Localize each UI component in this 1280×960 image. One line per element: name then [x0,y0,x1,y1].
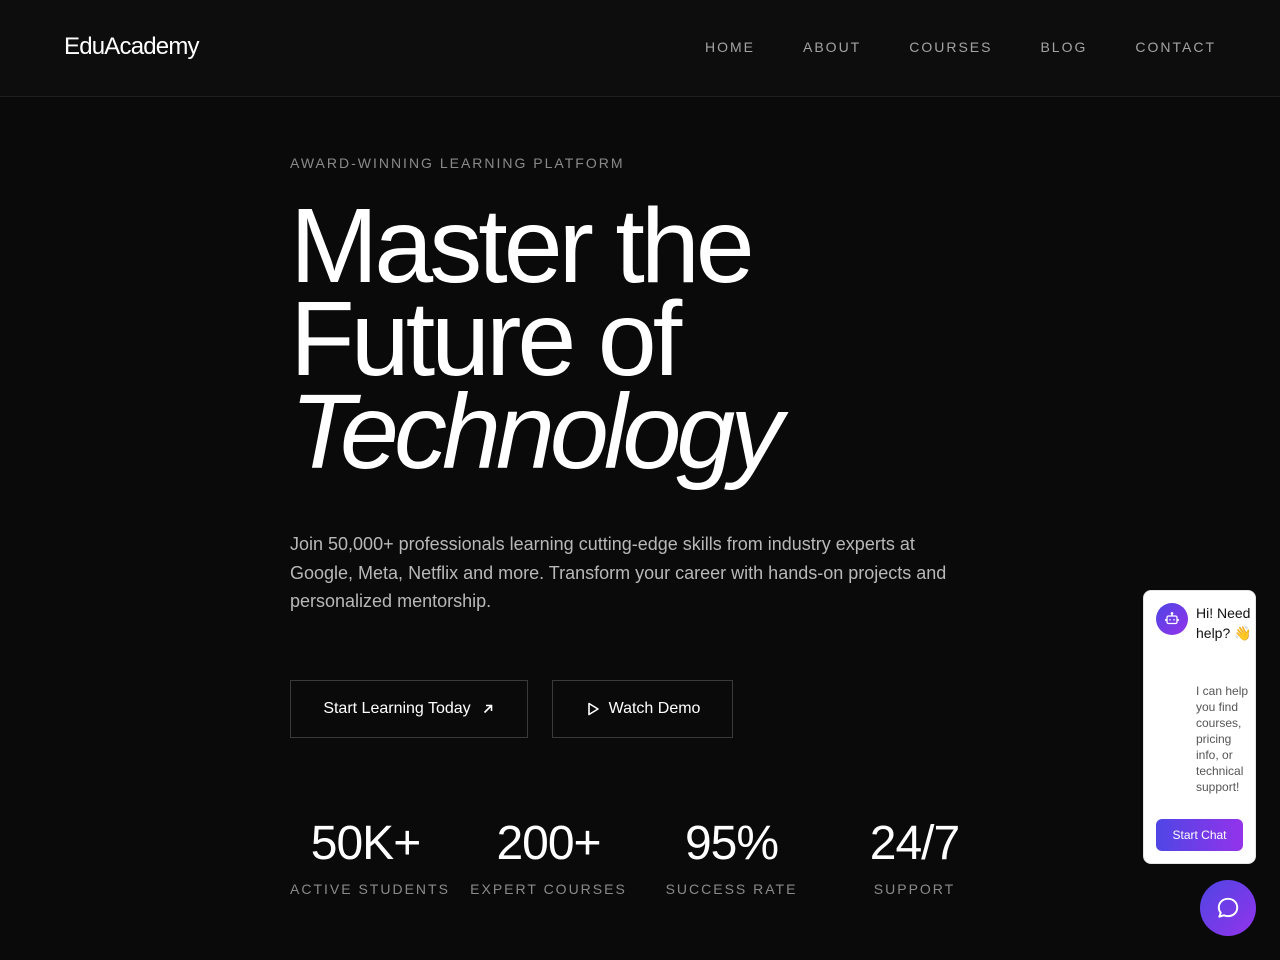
hero-headline: Master the Future of Technology [290,193,990,491]
stat-expert-courses: 200+ EXPERT COURSES [441,815,656,897]
bot-avatar [1156,603,1188,635]
stat-label: EXPERT COURSES [470,881,627,897]
nav-link-blog[interactable]: BLOG [1040,39,1087,55]
stat-label: SUCCESS RATE [665,881,798,897]
stat-support: 24/7 SUPPORT [807,815,1022,897]
chat-launcher-button[interactable] [1200,880,1256,936]
chat-message: I can help you find courses, pricing inf… [1196,684,1249,794]
stat-success-rate: 95% SUCCESS RATE [656,815,807,897]
watch-demo-button[interactable]: Watch Demo [552,680,733,738]
logo[interactable]: EduAcademy [64,33,200,61]
hero-description: Join 50,000+ professionals learning cutt… [290,534,947,611]
stat-value: 200+ [496,817,601,870]
stat-value: 95% [684,817,779,870]
robot-icon [1165,612,1179,625]
nav-link-courses[interactable]: COURSES [909,39,992,55]
main-nav: HOME ABOUT COURSES BLOG CONTACT [705,39,1216,55]
start-learning-label: Start Learning Today [323,700,471,717]
nav-link-home[interactable]: HOME [705,39,755,55]
watch-demo-label: Watch Demo [608,700,701,717]
play-icon [587,702,599,716]
hero-eyebrow: AWARD-WINNING LEARNING PLATFORM [290,155,625,171]
start-learning-button[interactable]: Start Learning Today [290,680,528,738]
nav-link-contact[interactable]: CONTACT [1135,39,1216,55]
stat-value: 24/7 [869,817,960,870]
nav-link-about[interactable]: ABOUT [803,39,861,55]
stat-label: ACTIVE STUDENTS [290,881,450,897]
stat-label: SUPPORT [873,881,956,897]
site-header: EduAcademy HOME ABOUT COURSES BLOG CONTA… [0,0,1280,97]
chat-greeting: Hi! Need help? 👋 [1196,605,1252,641]
stat-value: 50K+ [310,817,421,870]
arrow-up-right-icon [483,704,492,714]
chat-bubble-icon [1217,897,1239,918]
start-chat-button[interactable]: Start Chat [1156,819,1243,851]
headline-line-3: Technology [290,373,783,491]
stat-active-students: 50K+ ACTIVE STUDENTS [290,815,450,897]
chat-popup: Hi! Need help? 👋 I can help you find cou… [1143,590,1256,864]
stats-row: 50K+ ACTIVE STUDENTS 200+ EXPERT COURSES… [290,815,1022,897]
